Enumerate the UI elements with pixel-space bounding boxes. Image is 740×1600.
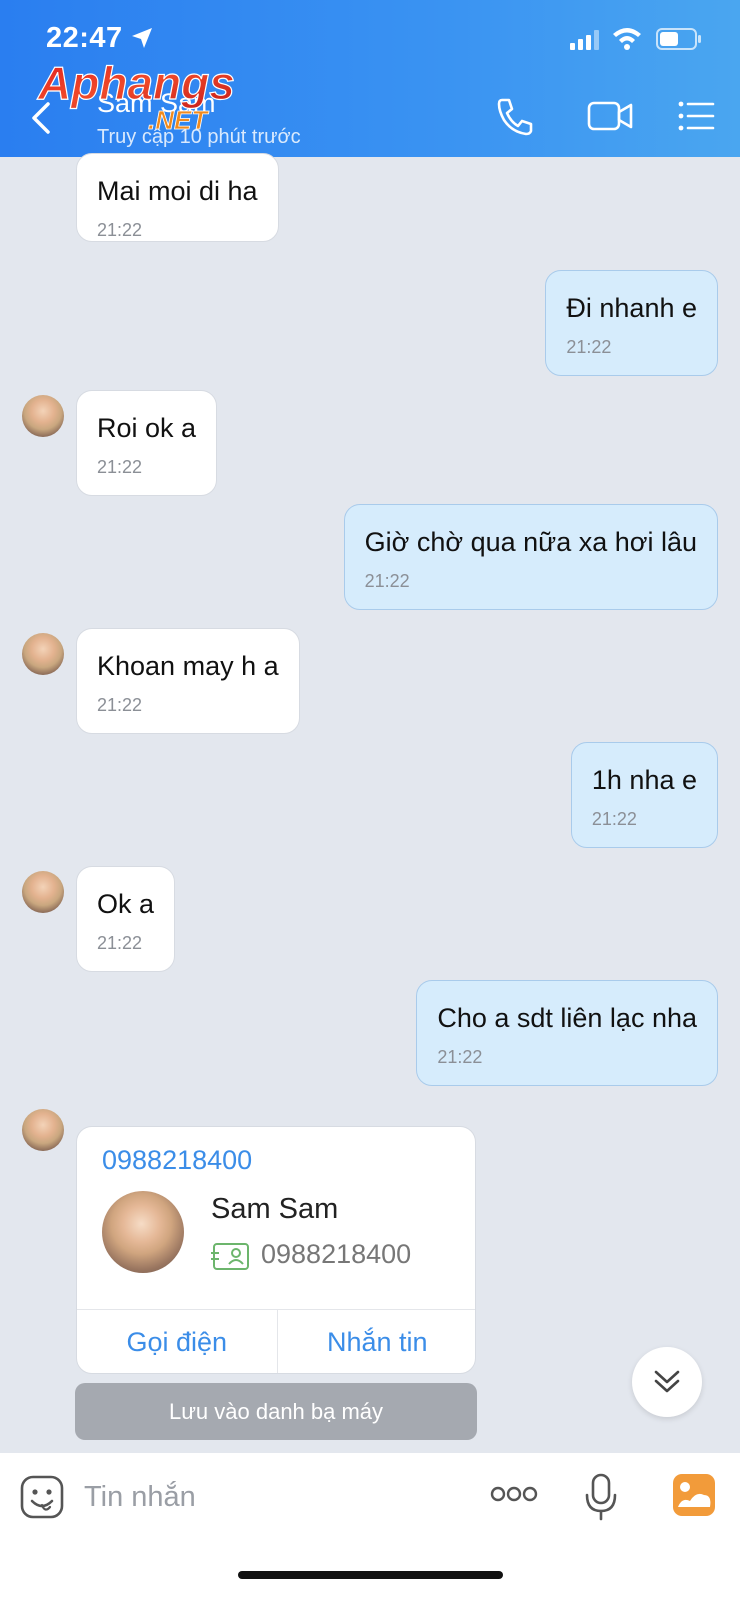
svg-text:Aphangs: Aphangs <box>37 57 235 109</box>
card-phone: 0988218400 <box>261 1239 412 1269</box>
contact-id-icon <box>211 1243 249 1270</box>
message-text: 1h nha e <box>591 765 697 795</box>
message-time: 21:22 <box>566 337 612 357</box>
message-time: 21:22 <box>97 933 143 953</box>
composer-bar <box>0 1453 740 1600</box>
chat-header: 22:47 Sam Sam Truy cập 10 phút trước Aph… <box>0 0 740 157</box>
message-time: 21:22 <box>364 571 410 591</box>
svg-text:.NET: .NET <box>148 105 209 135</box>
message-text: Đi nhanh e <box>566 293 697 323</box>
watermark-logo: Aphangs .NET <box>36 56 235 135</box>
message-bubble-outgoing[interactable]: Đi nhanh e 21:22 <box>545 270 718 376</box>
microphone-icon[interactable] <box>584 1473 618 1521</box>
bubble-spacer <box>76 153 296 258</box>
send-message-button[interactable]: Nhắn tin <box>276 1310 476 1373</box>
call-button[interactable]: Gọi điện <box>77 1310 277 1373</box>
message-time: 21:22 <box>437 1047 483 1067</box>
gallery-icon[interactable] <box>672 1473 716 1517</box>
card-contact-name: Sam Sam <box>211 1193 339 1225</box>
message-text: Khoan may h a <box>97 651 279 681</box>
message-bubble-incoming[interactable]: Ok a 21:22 <box>76 866 176 972</box>
message-bubble-outgoing[interactable]: 1h nha e 21:22 <box>570 742 718 848</box>
location-arrow-icon <box>132 28 152 48</box>
message-time: 21:22 <box>97 695 143 715</box>
avatar[interactable] <box>22 633 64 675</box>
message-time: 21:22 <box>97 457 143 477</box>
avatar[interactable] <box>22 871 64 913</box>
message-text: Roi ok a <box>97 413 197 443</box>
battery-icon <box>656 28 701 50</box>
avatar[interactable] <box>22 395 64 437</box>
more-icon[interactable] <box>490 1485 538 1503</box>
save-to-contacts-button[interactable]: Lưu vào danh bạ máy <box>75 1383 477 1440</box>
status-time: 22:47 <box>46 22 123 54</box>
message-bubble-outgoing[interactable]: Cho a sdt liên lạc nha 21:22 <box>416 980 718 1086</box>
message-text: Ok a <box>97 889 155 919</box>
wifi-icon <box>613 28 641 50</box>
message-text: Giờ chờ qua nữa xa hơi lâu <box>364 527 697 557</box>
contact-card[interactable]: 0988218400 Sam Sam 0988218400 Gọi điện N… <box>76 1126 476 1374</box>
phone-icon[interactable] <box>494 94 534 138</box>
chevron-double-down-icon <box>654 1370 680 1393</box>
message-bubble-outgoing[interactable]: Giờ chờ qua nữa xa hơi lâu 21:22 <box>343 504 718 610</box>
card-actions: Gọi điện Nhắn tin <box>77 1309 476 1373</box>
message-text: Cho a sdt liên lạc nha <box>437 1003 697 1033</box>
home-indicator <box>238 1571 503 1579</box>
message-input[interactable] <box>84 1471 464 1523</box>
avatar[interactable] <box>22 1109 64 1151</box>
card-phone-number-link[interactable]: 0988218400 <box>102 1145 252 1176</box>
emoji-icon[interactable] <box>20 1475 64 1519</box>
video-icon[interactable] <box>586 94 634 138</box>
scroll-to-bottom-button[interactable] <box>632 1347 702 1417</box>
message-bubble-incoming[interactable]: Khoan may h a 21:22 <box>76 628 300 734</box>
message-bubble-incoming[interactable]: Roi ok a 21:22 <box>76 390 218 496</box>
message-time: 21:22 <box>591 809 637 829</box>
menu-icon[interactable] <box>676 94 716 138</box>
signal-icon <box>570 30 599 50</box>
card-avatar <box>102 1191 184 1273</box>
